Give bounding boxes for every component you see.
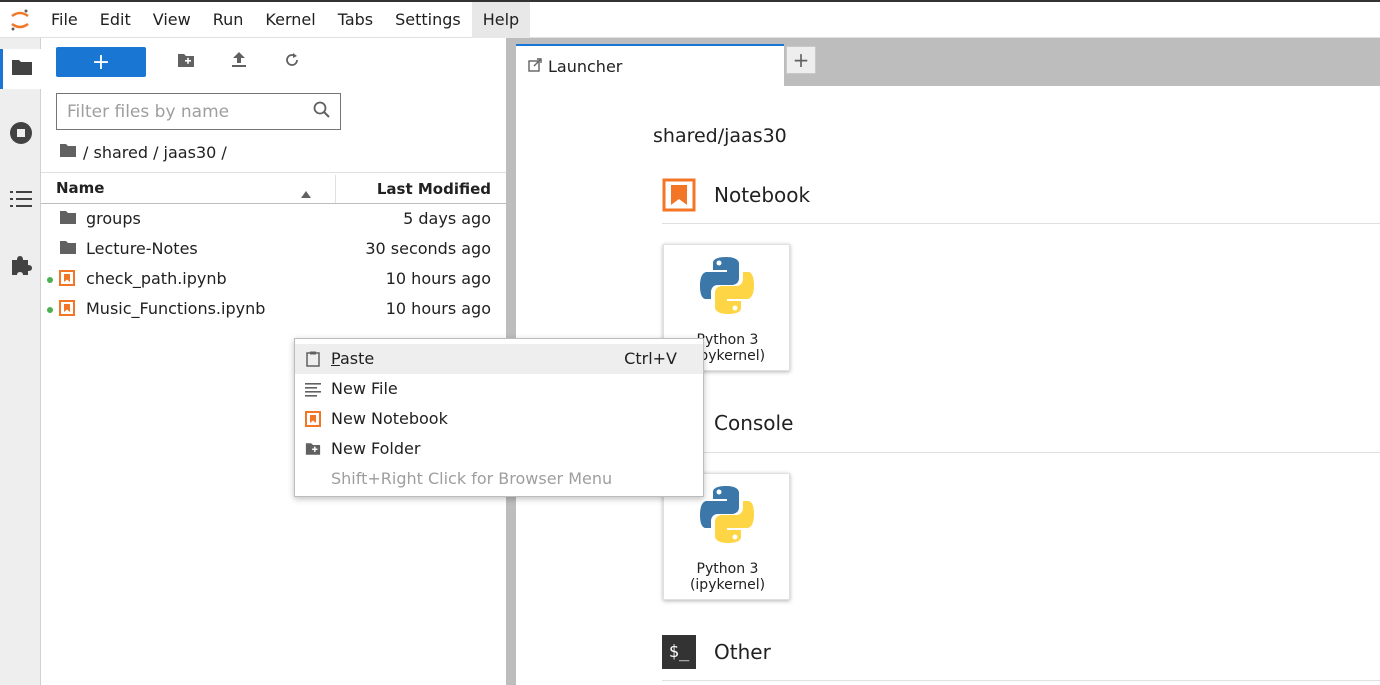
menu-settings[interactable]: Settings [384,2,472,38]
context-menu: Paste Ctrl+V New File New Notebook New F… [294,338,704,497]
file-row-lecture-notes[interactable]: Lecture-Notes 30 seconds ago [41,234,506,264]
jupyter-logo-icon[interactable] [0,2,40,38]
home-folder-icon[interactable] [59,143,77,162]
column-name-header[interactable]: Name [56,179,104,197]
menu-item-label: Shift+Right Click for Browser Menu [331,469,613,488]
upload-button[interactable] [226,47,252,77]
launcher-icon [528,57,542,76]
notebook-section-icon [662,178,696,212]
toc-icon [9,190,32,212]
file-row-check-path[interactable]: check_path.ipynb 10 hours ago [41,264,506,294]
new-folder-icon [177,53,195,72]
card-label: Python 3 (ipykernel) [664,561,791,593]
menu-item-label: New Folder [331,439,421,458]
paste-icon [305,351,321,367]
plus-icon: + [792,48,810,72]
file-name: check_path.ipynb [86,269,227,288]
python-logo-icon [698,484,756,546]
running-indicator-icon [47,307,53,313]
filter-files-field[interactable] [56,93,341,130]
tab-launcher[interactable]: Launcher [516,44,784,86]
filter-files-input[interactable] [67,101,311,122]
menu-item-paste[interactable]: Paste Ctrl+V [295,344,703,374]
menu-item-new-file[interactable]: New File [295,374,703,404]
menu-item-label: Paste [331,349,374,368]
notebook-section-title: Notebook [714,183,811,207]
folder-icon [11,58,33,80]
section-divider [662,452,1380,453]
breadcrumb: / shared / jaas30 / [59,140,227,164]
file-browser-toolbar: + [56,47,305,77]
table-of-contents-tab[interactable] [0,181,41,221]
card-label-line1: Python 3 [696,561,759,577]
refresh-button[interactable] [279,47,305,77]
folder-icon [59,240,79,258]
menu-kernel[interactable]: Kernel [254,2,326,38]
menu-item-shortcut: Ctrl+V [624,349,677,368]
running-sessions-tab[interactable] [0,115,41,155]
upload-icon [232,52,246,72]
extension-icon [10,254,32,280]
running-icon [9,121,33,149]
tab-label: Launcher [548,56,623,76]
terminal-icon: $_ [662,635,696,669]
section-divider [662,680,1380,681]
launcher-path: shared/jaas30 [653,125,787,147]
file-modified: 10 hours ago [385,269,491,288]
console-section-title: Console [714,411,794,435]
python-logo-icon [698,255,756,317]
folder-icon [59,210,79,228]
notebook-icon [59,270,79,288]
sort-ascending-icon[interactable] [301,183,311,202]
menu-item-label: New Notebook [331,409,448,428]
column-modified-header[interactable]: Last Modified [377,180,491,198]
file-modified: 30 seconds ago [365,239,491,258]
tab-bar: Launcher + [516,38,1380,86]
menu-view[interactable]: View [142,2,202,38]
menu-help[interactable]: Help [471,1,531,38]
new-folder-button[interactable] [173,47,199,77]
card-label-line2: (ipykernel) [689,577,766,593]
menu-run[interactable]: Run [202,2,255,38]
menu-file[interactable]: File [40,2,89,38]
file-name: groups [86,209,141,228]
refresh-icon [284,52,300,72]
file-modified: 10 hours ago [385,299,491,318]
menu-item-new-folder[interactable]: New Folder [295,434,703,464]
file-row-groups[interactable]: groups 5 days ago [41,204,506,234]
menu-item-label: New File [331,379,398,398]
menu-tabs[interactable]: Tabs [327,2,384,38]
file-browser-tab[interactable] [0,49,41,89]
new-tab-button[interactable]: + [786,46,816,74]
file-row-music-functions[interactable]: Music_Functions.ipynb 10 hours ago [41,294,506,324]
activity-bar [0,38,41,685]
extension-manager-tab[interactable] [0,247,41,287]
file-list-header: Name Last Modified [41,172,506,204]
new-folder-icon [305,441,321,457]
other-section-title: Other [714,640,771,664]
file-name: Music_Functions.ipynb [86,299,266,318]
new-launcher-button[interactable]: + [56,47,146,77]
menu-item-browser-menu-hint: Shift+Right Click for Browser Menu [295,464,703,494]
breadcrumb-path[interactable]: / shared / jaas30 / [83,143,227,162]
text-file-icon [305,381,321,397]
label-rest: aste [339,349,375,368]
menu-edit[interactable]: Edit [89,2,142,38]
column-divider[interactable] [335,175,336,203]
notebook-icon [59,300,79,318]
menu-item-new-notebook[interactable]: New Notebook [295,404,703,434]
file-name: Lecture-Notes [86,239,198,258]
notebook-icon [305,411,321,427]
running-indicator-icon [47,277,53,283]
search-icon [313,101,330,122]
mnemonic-letter: P [331,349,340,368]
section-divider [662,223,1380,224]
menu-bar: File Edit View Run Kernel Tabs Settings … [0,0,1380,38]
file-modified: 5 days ago [403,209,491,228]
